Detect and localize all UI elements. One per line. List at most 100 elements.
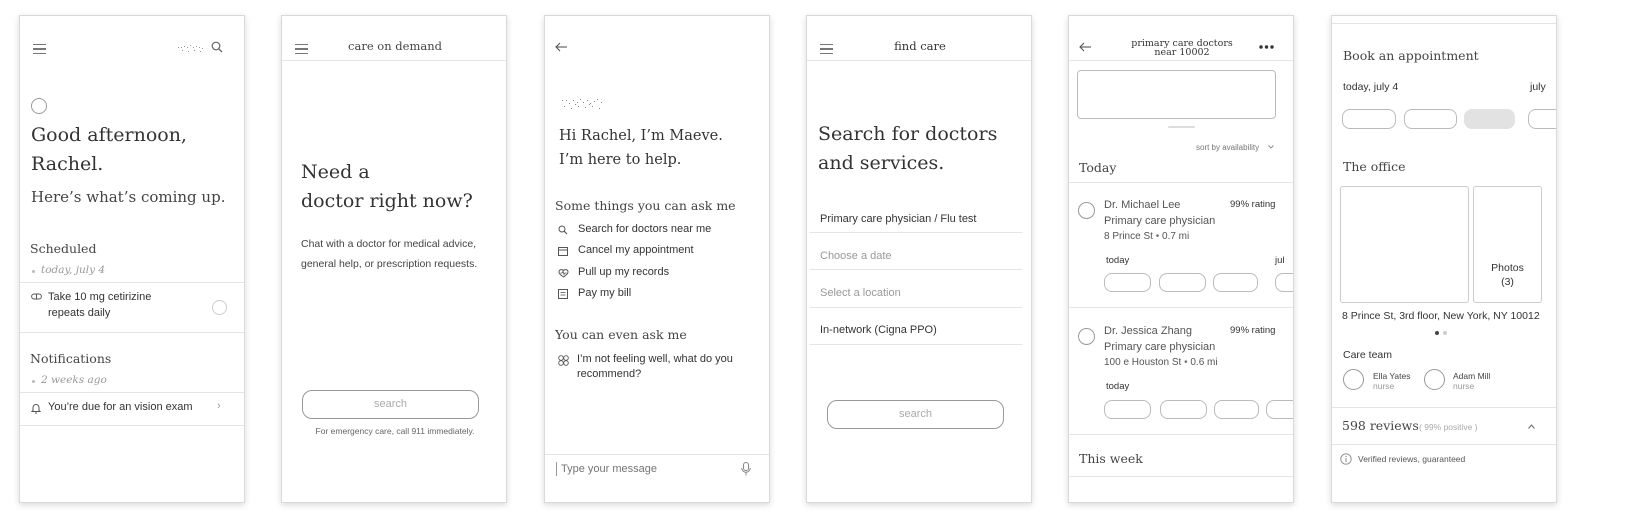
time-slot[interactable] [1104,273,1151,292]
sort-dropdown[interactable]: sort by availability [1196,143,1259,152]
doctor-street: 8 Prince St [1104,231,1153,242]
time-slot[interactable] [1275,273,1293,292]
time-slot[interactable] [1213,273,1258,292]
doctor-rating: 99% rating [1230,199,1276,210]
suggestion-cancel-appointment[interactable]: Cancel my appointment [578,244,694,256]
intro-line-1: Hi Rachel, I’m Maeve. [559,128,723,144]
search-icon [558,225,568,235]
example-question-line-1[interactable]: I’m not feeling well, what do you [577,353,733,365]
doctor-specialty: Primary care physician [1104,215,1216,227]
carousel-dot-active[interactable] [1435,331,1439,335]
top-divider [1332,23,1556,24]
user-name: Rachel. [31,153,104,175]
search-button[interactable]: search [827,400,1004,429]
carousel-dot[interactable] [1443,331,1447,335]
suggestion-pay-bill[interactable]: Pay my bill [578,287,631,299]
stethoscope-icon [558,355,569,366]
subtitle: Here’s what’s coming up. [31,188,226,206]
emergency-footnote: For emergency care, call 911 immediately… [315,426,475,436]
search-button[interactable]: search [302,390,479,419]
screen-assistant: Hi Rachel, I’m Maeve. I’m here to help. … [544,15,770,503]
date-next-label: july [1530,81,1546,93]
time-slot-selected[interactable] [1464,109,1515,129]
chevron-down-icon[interactable] [1268,145,1274,149]
team-member-name[interactable]: Adam Mill [1453,371,1490,381]
today-heading: Today [1079,160,1117,175]
example-question-line-2[interactable]: recommend? [577,368,641,380]
reviews-count[interactable]: 598 reviews [1342,418,1419,433]
avatar[interactable] [31,98,47,114]
time-slot[interactable] [1528,109,1556,129]
time-slot[interactable] [1104,400,1151,419]
time-slot[interactable] [1404,109,1457,129]
dot-separator: • [1184,357,1188,368]
doctor-name[interactable]: Dr. Jessica Zhang [1104,325,1192,337]
divider [1332,444,1556,445]
notification-text[interactable]: You’re due for an vision exam [48,401,193,413]
headline-line-1: Search for doctors [818,123,998,145]
screen-doctor-results: primary care doctors near 10002 sort by … [1068,15,1294,503]
intro-line-2: I’m here to help. [559,152,682,168]
screen-find-care: find care Search for doctors and service… [806,15,1032,503]
screen-home: Good afternoon, Rachel. Here’s what’s co… [19,15,245,503]
photos-count[interactable]: (3) [1473,276,1542,288]
screen-doctor-profile: Book an appointment today, july 4 july T… [1331,15,1557,503]
date-field[interactable]: Choose a date [820,250,892,262]
doctor-distance: 0.7 mi [1162,231,1190,242]
time-slot[interactable] [1266,400,1293,419]
headline-line-2: doctor right now? [301,190,473,212]
office-photo-main[interactable] [1340,186,1469,303]
time-slot[interactable] [1214,400,1259,419]
search-icon[interactable] [211,41,223,53]
date-bullet [32,270,35,273]
logo [178,43,206,53]
assistant-logo [560,97,605,111]
team-member-name[interactable]: Ella Yates [1373,371,1411,381]
time-slot[interactable] [1160,400,1207,419]
date-bullet [32,380,35,383]
more-options-icon[interactable] [1259,45,1274,49]
day-label: today [1106,255,1130,266]
doctor-avatar[interactable] [1078,202,1095,219]
header-title: find care [894,39,946,53]
team-member-avatar[interactable] [1424,369,1445,390]
location-field[interactable]: Select a location [820,287,901,299]
message-input[interactable] [561,461,731,477]
date-today-label: today, july 4 [1343,81,1399,93]
greeting: Good afternoon, [31,124,187,146]
doctor-name[interactable]: Dr. Michael Lee [1104,199,1180,211]
divider [1069,434,1293,435]
notifications-date: 2 weeks ago [41,374,107,386]
service-field[interactable]: Primary care physician / Flu test [820,213,977,225]
book-heading: Book an appointment [1343,48,1479,63]
time-slot[interactable] [1342,109,1396,129]
back-arrow-icon[interactable] [555,42,568,52]
doctor-avatar[interactable] [1078,328,1095,345]
records-icon [558,268,569,278]
scheduled-date: today, july 4 [41,264,106,276]
drag-handle[interactable] [1168,126,1195,128]
divider [1069,307,1293,308]
office-address: 8 Prince St, 3rd floor, New York, NY 100… [1342,310,1540,322]
chevron-up-icon[interactable] [1528,424,1535,429]
chevron-right-icon[interactable]: › [217,400,221,412]
this-week-heading: This week [1079,451,1143,466]
photos-label[interactable]: Photos [1473,262,1542,274]
team-member-avatar[interactable] [1343,369,1364,390]
menu-icon[interactable] [33,44,46,55]
care-team-heading: Care team [1343,349,1393,361]
next-day-label: jul [1275,255,1285,266]
task-title[interactable]: Take 10 mg cetirizine [48,291,151,303]
task-checkbox[interactable] [212,300,227,315]
map-placeholder[interactable] [1077,70,1276,119]
microphone-icon[interactable] [741,462,751,476]
time-slot[interactable] [1159,273,1206,292]
suggestion-search-doctors[interactable]: Search for doctors near me [578,223,711,235]
notifications-heading: Notifications [30,351,112,366]
divider [20,425,244,426]
calendar-icon [558,246,568,256]
doctor-address: 8 Prince St • 0.7 mi [1104,231,1189,242]
divider [1069,476,1293,477]
network-field[interactable]: In-network (Cigna PPO) [820,324,937,336]
suggestion-pull-records[interactable]: Pull up my records [578,266,669,278]
